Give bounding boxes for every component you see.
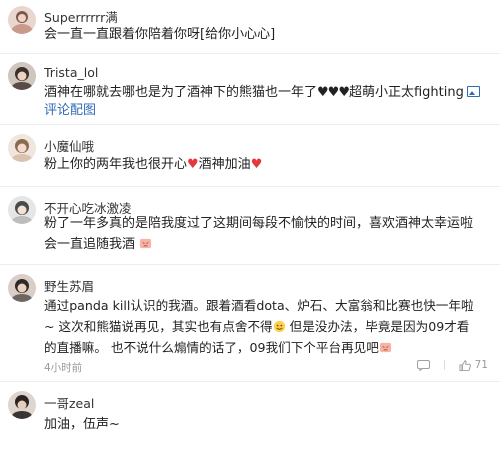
username[interactable]: 一哥zeal (44, 393, 94, 412)
red-heart-icon: ♥ (187, 157, 199, 172)
like-count: 71 (474, 359, 488, 371)
comment-icon[interactable] (416, 359, 430, 371)
comment-text-content: 酒神在哪就去哪也是为了酒神下的熊猫也一年了 (44, 85, 318, 100)
username[interactable]: 小魔仙哦 (44, 136, 94, 155)
comment-text-line: 的直播嘛。 也不说什么煽情的话了，09我们下个平台再见吧 (44, 340, 379, 355)
comment-text: 通过panda kill认识的我酒。跟着酒看dota、炉石、大富翁和比赛也快一年… (44, 295, 492, 358)
comment-text-end: 超萌小正太fighting (348, 85, 464, 100)
avatar[interactable] (8, 196, 36, 224)
comment-text-line: 通过panda kill认识的我酒。跟着酒看dota、炉石、大富翁和比赛也快一年… (44, 298, 474, 313)
heart-icons: ♥♥♥ (317, 85, 350, 100)
comment-text: 会一直一直跟着你陪着你呀[给你小心心] (44, 24, 492, 46)
comment-item: Superrrrrr满 会一直一直跟着你陪着你呀[给你小心心] (0, 0, 500, 54)
avatar[interactable] (8, 134, 36, 162)
comment-text-line: ~ 这次和熊猫说再见，其实也有点舍不得 (44, 319, 273, 334)
username[interactable]: Trista_lol (44, 65, 98, 80)
comment-text-line: 粉了一年多真的是陪我度过了这期间每段不愉快的时间，喜欢酒神太幸运啦 (44, 216, 474, 231)
comment-text: 酒神在哪就去哪也是为了酒神下的熊猫也一年了♥♥♥超萌小正太fighting 评论… (44, 84, 492, 120)
comment-text-content: 会一直一直跟着你陪着你呀[给你小心心] (44, 27, 276, 42)
comment-text-content: 粉上你的两年我也很开心 (44, 157, 188, 172)
avatar[interactable] (8, 274, 36, 302)
shy-face-emoji-icon (140, 238, 152, 249)
red-heart-icon: ♥ (250, 157, 263, 172)
divider (443, 360, 445, 370)
comment-text-content: 加油，伍声~ (44, 417, 120, 432)
comment-item: 一哥zeal 加油，伍声~ (0, 382, 500, 468)
comment-item: 不开心吃冰激凌 粉了一年多真的是陪我度过了这期间每段不愉快的时间，喜欢酒神太幸运… (0, 187, 500, 265)
avatar[interactable] (8, 62, 36, 90)
avatar[interactable] (8, 6, 36, 34)
comment-feed: Superrrrrr满 会一直一直跟着你陪着你呀[给你小心心] Trista_l… (0, 0, 500, 463)
comment-image-link[interactable]: 评论配图 (44, 103, 96, 118)
thumbs-up-icon (459, 359, 471, 371)
shy-face-emoji-icon (379, 342, 391, 353)
comment-text-line: 会一直追随我酒 (44, 237, 136, 252)
comment-item: Trista_lol 酒神在哪就去哪也是为了酒神下的熊猫也一年了♥♥♥超萌小正太… (0, 54, 500, 125)
comment-item: 野生苏眉 通过panda kill认识的我酒。跟着酒看dota、炉石、大富翁和比… (0, 265, 500, 382)
comment-text: 加油，伍声~ (44, 414, 492, 436)
comment-text: 粉了一年多真的是陪我度过了这期间每段不愉快的时间，喜欢酒神太幸运啦 会一直追随我… (44, 213, 492, 255)
comment-text-line: 但是没办法，毕竟是因为09才看 (285, 319, 470, 334)
username[interactable]: 野生苏眉 (44, 276, 94, 295)
comment-actions: 71 (416, 359, 488, 371)
like-button[interactable]: 71 (459, 359, 488, 371)
grinning-face-emoji-icon (273, 320, 285, 333)
avatar[interactable] (8, 391, 36, 419)
comment-text-end: 酒神加油 (198, 157, 251, 172)
comment-item: 小魔仙哦 粉上你的两年我也很开心♥酒神加油♥ (0, 125, 500, 187)
timestamp: 4小时前 (44, 362, 83, 374)
comment-text: 粉上你的两年我也很开心♥酒神加油♥ (44, 154, 492, 176)
image-icon[interactable] (466, 86, 480, 97)
